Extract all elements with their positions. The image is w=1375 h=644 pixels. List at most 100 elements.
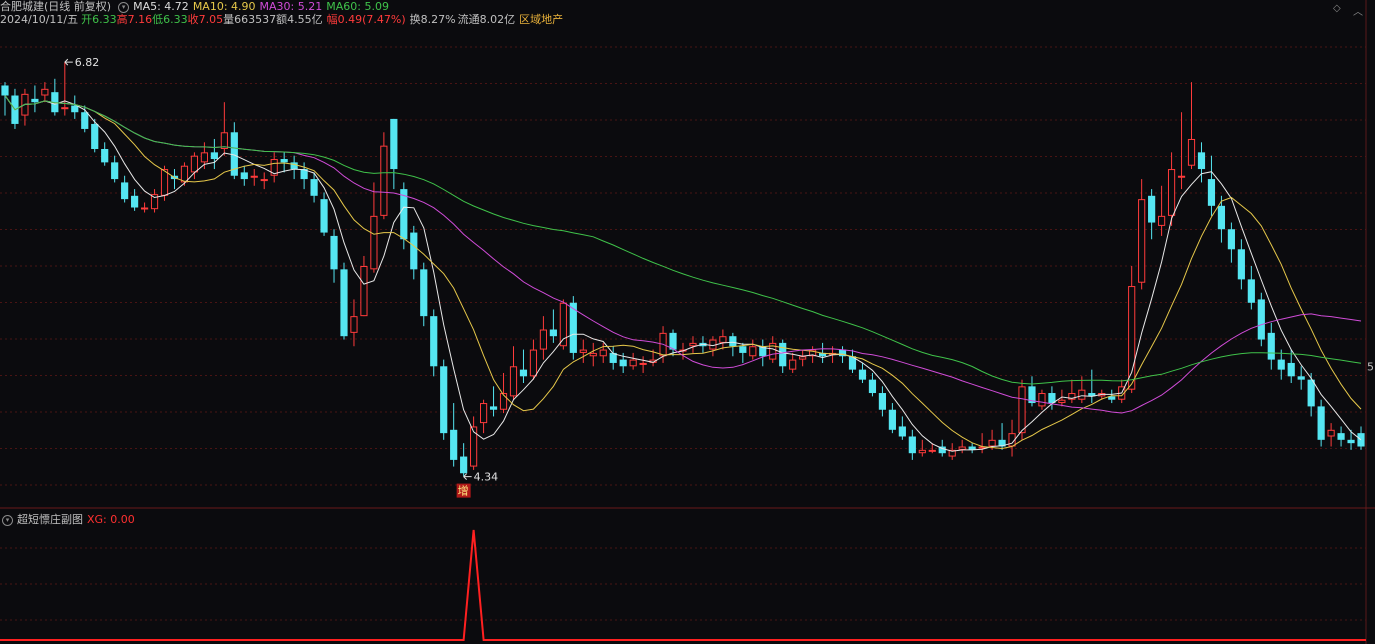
candle-body-up	[180, 165, 189, 183]
candle-body-down	[1347, 439, 1355, 444]
sub-panel-chart	[0, 529, 1366, 641]
candle-body-down	[1297, 376, 1305, 380]
chart-annotations: 6.82 4.34 增 5	[64, 56, 1374, 498]
candle-body-up	[41, 88, 49, 96]
candle-body-down	[420, 269, 428, 317]
candle-body-up	[639, 362, 647, 365]
candle-body-up	[190, 155, 199, 173]
candle-body-down	[619, 359, 627, 367]
candle-body-down	[1237, 249, 1245, 280]
candle-body-down	[1357, 433, 1365, 447]
candle-body-down	[31, 98, 39, 103]
candle-body-down	[1307, 379, 1315, 407]
candle-body-up	[1078, 389, 1086, 400]
candle-body-down	[111, 162, 119, 180]
candle-body-down	[81, 112, 89, 129]
candle-body-up	[1177, 175, 1186, 178]
candle-body-down	[440, 366, 448, 434]
candle-body-down	[101, 149, 109, 163]
candle-body-up	[350, 316, 358, 333]
candle-body-down	[858, 369, 867, 380]
candle-body-up	[749, 346, 757, 357]
candle-body-down	[878, 393, 887, 410]
candle-body-up	[789, 359, 797, 370]
candle-body-down	[669, 332, 677, 350]
candle-body-up	[1167, 169, 1176, 216]
candle-body-up	[1138, 199, 1146, 283]
candle-body-down	[71, 105, 79, 113]
min-arrow	[463, 473, 472, 480]
candle-body-down	[91, 123, 99, 149]
kline-chart[interactable]: 6.82 4.34 增 5	[0, 0, 1375, 644]
candle-body-up	[61, 107, 69, 110]
candle-body-up	[200, 152, 208, 163]
candle-body-up	[799, 356, 807, 360]
grid-lines	[0, 0, 1375, 644]
candle-body-down	[729, 336, 737, 347]
candle-body-down	[280, 159, 288, 163]
candle-body-up	[380, 145, 388, 216]
candle-body-down	[1277, 359, 1285, 370]
candle-body-down	[868, 379, 877, 394]
candle-body-down	[779, 342, 787, 367]
xg-line	[0, 529, 1366, 641]
candle-body-down	[1287, 362, 1295, 377]
candle-body-up	[599, 349, 607, 357]
candle-body-up	[539, 329, 547, 350]
candle-body-down	[430, 316, 438, 367]
candle-body-up	[499, 393, 508, 410]
moving-average-lines	[4, 95, 1362, 452]
candle-body-down	[519, 369, 528, 377]
candle-body-down	[1257, 299, 1265, 340]
candle-body-down	[1148, 195, 1156, 223]
candle-body-down	[908, 436, 916, 454]
candle-body-up	[629, 359, 637, 367]
right-axis-tick: 5	[1367, 360, 1374, 373]
candle-body-up	[529, 349, 538, 377]
candle-body-down	[210, 152, 218, 160]
candle-body-down	[1227, 229, 1235, 250]
candle-body-up	[1058, 399, 1066, 404]
candle-body-down	[460, 456, 468, 474]
candle-series	[1, 62, 1365, 477]
max-price-label: 6.82	[75, 56, 100, 69]
min-price-label: 4.34	[474, 471, 499, 484]
candle-body-up	[689, 342, 697, 347]
candle-body-down	[1, 85, 9, 96]
candle-body-down	[898, 426, 906, 437]
candle-body-down	[1267, 332, 1275, 360]
candle-body-down	[888, 409, 896, 430]
candle-body-up	[220, 132, 228, 150]
candle-body-up	[988, 439, 996, 447]
candle-body-up	[360, 266, 368, 317]
candle-body-down	[1197, 152, 1206, 170]
candle-body-down	[121, 182, 129, 200]
candle-body-down	[320, 199, 328, 233]
candle-body-up	[918, 449, 926, 454]
candle-body-down	[1207, 179, 1216, 206]
candle-body-down	[1247, 279, 1255, 303]
candle-body-down	[330, 235, 338, 270]
candle-body-down	[489, 406, 498, 410]
candle-body-down	[739, 346, 747, 353]
candle-body-down	[1317, 406, 1325, 440]
candle-body-up	[589, 352, 597, 357]
signal-label: 增	[458, 484, 469, 498]
ma60-line	[4, 95, 1362, 385]
candle-body-down	[1217, 205, 1226, 230]
candle-body-down	[450, 429, 458, 460]
ma10-line	[4, 95, 1362, 450]
candle-body-up	[1327, 429, 1335, 437]
candle-body-up	[370, 215, 378, 270]
candle-body-down	[390, 118, 398, 170]
candle-body-up	[928, 449, 936, 452]
candle-body-down	[549, 329, 557, 337]
candle-body-down	[131, 195, 139, 208]
candle-body-up	[1038, 393, 1046, 407]
candle-body-up	[250, 175, 258, 178]
candle-body-down	[240, 172, 248, 180]
candle-body-up	[719, 336, 727, 343]
candle-body-up	[1128, 286, 1136, 390]
candle-body-up	[1018, 386, 1026, 434]
candle-body-up	[140, 207, 149, 210]
